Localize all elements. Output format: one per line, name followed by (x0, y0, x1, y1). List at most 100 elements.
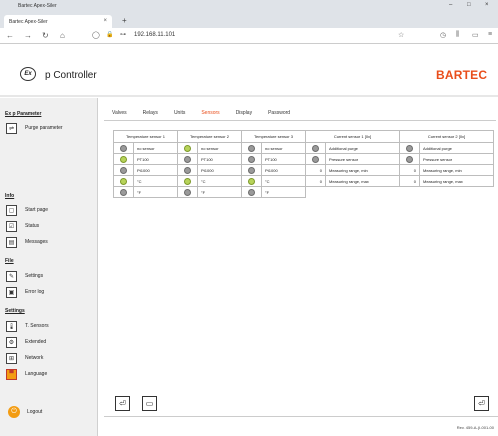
nav-bar: ← → ↻ ⌂ ◯ 🔒 ⊶ 192.168.11.101 ☆ ◷ ⫼ ▭ ≡ (0, 28, 498, 44)
sidebar-item-purge-parameter[interactable]: ⇌ Purge parameter (6, 122, 63, 134)
thermometer-icon: 🌡 (6, 320, 17, 332)
minimize-button[interactable]: – (449, 2, 452, 8)
table-cell: °C (133, 175, 178, 187)
sidebar-item-language[interactable]: ▀ Language (6, 368, 47, 380)
logout-button[interactable]: ⏻ Logout (8, 406, 42, 418)
errorlog-icon: ▣ (6, 286, 17, 298)
radio-t1-no-sensor[interactable] (120, 144, 127, 152)
sidebar-icon[interactable]: ▭ (472, 31, 479, 39)
radio-t2-no-sensor[interactable] (184, 144, 191, 152)
radio-c2-additional-purge[interactable] (406, 144, 413, 152)
back-icon[interactable]: ← (6, 31, 14, 40)
permissions-icon[interactable]: ⊶ (120, 31, 126, 38)
sidebar-item-label: Status (25, 223, 40, 229)
sidebar-item-label: Language (25, 371, 48, 377)
radio-t1-pt100[interactable] (120, 155, 127, 163)
section-settings[interactable]: Settings (5, 308, 25, 314)
home-browser-icon[interactable]: ⌂ (60, 31, 65, 40)
window-titlebar: Bartec Apex-Siler – □ × (0, 0, 498, 13)
table-row: °F °F °F (113, 186, 494, 198)
maximize-button[interactable]: □ (467, 2, 471, 8)
menu-icon[interactable]: ≡ (488, 31, 492, 38)
c1-range-max-input[interactable]: 0 (305, 175, 326, 187)
new-tab-button[interactable]: + (122, 16, 127, 25)
power-icon: ⏻ (8, 406, 20, 418)
tab-title: Bartec Apex-Siler (9, 19, 48, 25)
window-title: Bartec Apex-Siler (18, 3, 57, 9)
reload-icon[interactable]: ↻ (42, 31, 49, 40)
url-field[interactable]: 192.168.11.101 (134, 32, 175, 38)
section-file[interactable]: File (5, 258, 14, 264)
tab-valves[interactable]: Valves (104, 107, 135, 120)
table-cell: °C (197, 175, 242, 187)
window-close-button[interactable]: × (485, 2, 489, 8)
radio-t3-no-sensor[interactable] (248, 144, 255, 152)
browser-tab[interactable]: Bartec Apex-Siler × (4, 15, 112, 28)
radio-t3-fahrenheit[interactable] (248, 188, 255, 196)
tab-display[interactable]: Display (228, 107, 260, 120)
extended-icon: ⚙ (6, 336, 17, 348)
header-current-sensor-1: Current sensor 1 [0x] (305, 130, 400, 143)
table-row: PT100 PT100 PT100 Pressure sensor Pressu… (113, 153, 494, 165)
radio-c1-additional-purge[interactable] (312, 144, 319, 152)
brand-logo: BARTEC (436, 68, 488, 82)
table-cell: no sensor (133, 142, 178, 154)
radio-t1-fahrenheit[interactable] (120, 188, 127, 196)
c2-range-max-input[interactable]: 0 (399, 175, 420, 187)
radio-c1-pressure-sensor[interactable] (312, 155, 319, 163)
radio-t2-fahrenheit[interactable] (184, 188, 191, 196)
table-cell: Measuring range, min (325, 164, 400, 176)
sidebar-item-t-sensors[interactable]: 🌡 T. Sensors (6, 320, 49, 332)
tab-sensors[interactable]: Sensors (193, 107, 227, 120)
c1-range-min-input[interactable]: 0 (305, 164, 326, 176)
radio-t1-pt1000[interactable] (120, 166, 127, 174)
bookmark-star-icon[interactable]: ☆ (398, 31, 404, 39)
section-ex-p-parameter[interactable]: Ex p Parameter (5, 111, 41, 117)
radio-t2-pt100[interactable] (184, 155, 191, 163)
sidebar-item-start-page[interactable]: ▢ Start page (6, 204, 48, 216)
section-info[interactable]: Info (5, 193, 14, 199)
sidebar-item-label: Error log (25, 289, 45, 295)
radio-c2-pressure-sensor[interactable] (406, 155, 413, 163)
radio-t2-pt1000[interactable] (184, 166, 191, 174)
sidebar-item-settings[interactable]: ✎ Settings (6, 270, 43, 282)
tab-close-icon[interactable]: × (103, 18, 107, 24)
c2-range-min-input[interactable]: 0 (399, 164, 420, 176)
library-icon[interactable]: ⫼ (456, 31, 459, 39)
shield-icon[interactable]: ◯ (92, 31, 100, 39)
radio-t3-pt1000[interactable] (248, 166, 255, 174)
lock-warning-icon[interactable]: 🔒 (106, 31, 113, 38)
radio-t3-pt100[interactable] (248, 155, 255, 163)
pocket-icon[interactable]: ◷ (440, 31, 446, 39)
table-cell: °F (133, 186, 178, 198)
messages-icon: ▤ (6, 236, 17, 248)
sidebar-item-extended[interactable]: ⚙ Extended (6, 336, 46, 348)
forward-icon[interactable]: → (24, 31, 32, 40)
table-cell: PT100 (261, 153, 306, 165)
table-row: Pt1000 Pt1000 Pt1000 0 Measuring range, … (113, 164, 494, 176)
window-icon[interactable]: ▭ (142, 396, 157, 411)
radio-t1-celsius[interactable] (120, 177, 127, 185)
sidebar-item-label: Network (25, 355, 44, 361)
sidebar-item-label: Settings (25, 273, 44, 279)
header-temp-sensor-1: Temperature sensor 1 (113, 130, 178, 143)
sidebar-item-error-log[interactable]: ▣ Error log (6, 286, 44, 298)
radio-t3-celsius[interactable] (248, 177, 255, 185)
table-cell: Measuring range, min (419, 164, 494, 176)
sidebar-item-status[interactable]: ☑ Status (6, 220, 39, 232)
tab-password[interactable]: Password (260, 107, 298, 120)
table-cell: PT100 (197, 153, 242, 165)
sidebar-item-label: Extended (25, 339, 47, 345)
tab-relays[interactable]: Relays (135, 107, 166, 120)
sidebar-item-label: Purge parameter (25, 125, 63, 131)
radio-t2-celsius[interactable] (184, 177, 191, 185)
sidebar-item-network[interactable]: ⊞ Network (6, 352, 43, 364)
tab-units[interactable]: Units (166, 107, 193, 120)
table-cell: Measuring range, max (419, 175, 494, 187)
send-icon[interactable]: ⏎ (474, 396, 489, 411)
save-icon[interactable]: ⏎ (115, 396, 130, 411)
app-title: p Controller (45, 70, 97, 81)
sidebar-item-messages[interactable]: ▤ Messages (6, 236, 48, 248)
settings-tabs: Valves Relays Units Sensors Display Pass… (104, 107, 496, 121)
header-temp-sensor-3: Temperature sensor 3 (241, 130, 306, 143)
